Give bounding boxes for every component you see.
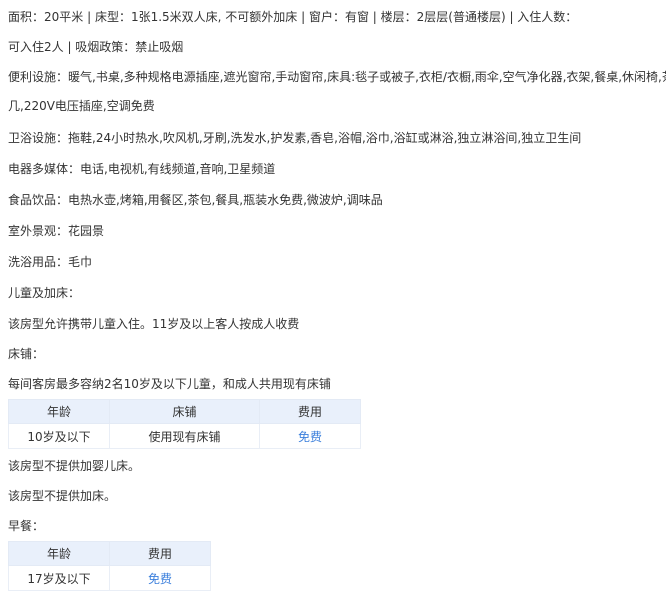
children-heading: 儿童及加床： [8, 286, 81, 300]
breakfast-heading: 早餐： [8, 519, 45, 533]
facilities-line: 便利设施：暖气,书桌,多种规格电源插座,遮光窗帘,手动窗帘,床具:毯子或被子,衣… [8, 70, 666, 84]
occupancy-line: 可入住2人 | 吸烟政策：禁止吸烟 [8, 40, 184, 54]
children-policy-text: 该房型允许携带儿童入住。11岁及以上客人按成人收费 [8, 317, 300, 331]
age-cell: 10岁及以下 [8, 423, 110, 449]
fee-column-header: 费用 [259, 399, 361, 424]
table-header-row: 年龄 费用 [8, 541, 211, 566]
bedding-note: 每间客房最多容纳2名10岁及以下儿童，和成人共用现有床铺 [8, 377, 331, 391]
bedding-table: 年龄 床铺 费用 10岁及以下 使用现有床铺 免费 [8, 399, 361, 449]
breakfast-table: 年龄 费用 17岁及以下 免费 [8, 541, 211, 591]
food-line: 食品饮品：电热水壶,烤箱,用餐区,茶包,餐具,瓶装水免费,微波炉,调味品 [8, 193, 383, 207]
age-column-header: 年龄 [8, 541, 110, 566]
age-column-header: 年龄 [8, 399, 110, 424]
toiletries-line: 洗浴用品：毛巾 [8, 255, 93, 269]
bathroom-line: 卫浴设施：拖鞋,24小时热水,吹风机,牙刷,洗发水,护发素,香皂,浴帽,浴巾,浴… [8, 131, 582, 145]
media-line: 电器多媒体：电话,电视机,有线频道,音响,卫星频道 [8, 162, 276, 176]
table-row: 10岁及以下 使用现有床铺 免费 [8, 423, 361, 449]
table-header-row: 年龄 床铺 费用 [8, 399, 361, 424]
table-row: 17岁及以下 免费 [8, 565, 211, 591]
bedding-column-header: 床铺 [109, 399, 260, 424]
fee-column-header: 费用 [109, 541, 211, 566]
crib-note: 该房型不提供加婴儿床。 [8, 459, 141, 473]
extra-bed-note: 该房型不提供加床。 [8, 489, 117, 503]
age-cell: 17岁及以下 [8, 565, 110, 591]
facilities-line-continued: 几,220V电压插座,空调免费 [8, 99, 155, 113]
room-area-line: 面积：20平米 | 床型：1张1.5米双人床, 不可额外加床 | 窗户：有窗 |… [8, 10, 578, 24]
outdoor-view-line: 室外景观：花园景 [8, 224, 105, 238]
bedding-heading: 床铺： [8, 347, 45, 361]
fee-free-link[interactable]: 免费 [109, 565, 211, 591]
fee-free-link[interactable]: 免费 [259, 423, 361, 449]
bedding-cell: 使用现有床铺 [109, 423, 260, 449]
